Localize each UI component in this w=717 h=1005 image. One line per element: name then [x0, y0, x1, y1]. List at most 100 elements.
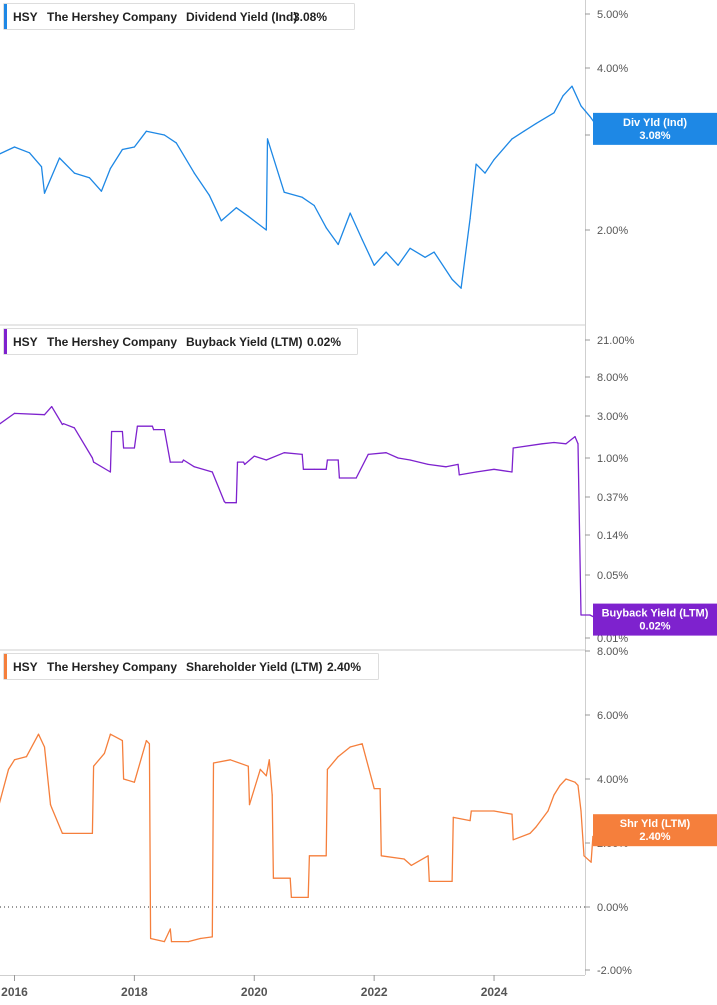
data-point — [361, 239, 363, 241]
y-tick-label: 8.00% — [597, 646, 628, 658]
value-flag-dividend-yield: Div Yld (Ind)3.08% — [593, 112, 717, 145]
data-point — [469, 218, 471, 220]
y-tick-label: 21.00% — [597, 335, 635, 347]
data-point — [397, 264, 399, 266]
x-tick-label: 2018 — [121, 985, 148, 999]
data-point — [43, 746, 46, 748]
value-flag-shareholder-yield: Shr Yld (LTM)2.40% — [593, 814, 717, 847]
data-point — [373, 264, 375, 266]
data-point — [133, 781, 135, 783]
data-point — [63, 423, 65, 425]
data-point — [535, 826, 537, 828]
data-point — [308, 855, 310, 857]
data-point — [265, 229, 267, 231]
data-point — [25, 756, 28, 758]
data-point — [212, 762, 215, 764]
data-point — [428, 880, 430, 883]
data-point — [244, 463, 246, 465]
data-point — [211, 471, 213, 473]
data-point — [109, 733, 111, 735]
data-point — [589, 115, 591, 117]
data-point — [349, 212, 351, 214]
data-point — [265, 459, 267, 461]
legend-buyback-yield: HSY The Hershey Company Buyback Yield (LTM… — [3, 328, 358, 355]
data-point — [574, 781, 576, 783]
data-point — [123, 778, 125, 780]
data-point — [247, 765, 249, 767]
panel-shareholder-yield: 8.00%6.00%4.00%2.00%0.00%-2.00%HSYThe He… — [0, 646, 717, 977]
data-point — [109, 167, 111, 170]
data-point — [325, 468, 327, 470]
value-flag-label: Div Yld (Ind) — [623, 117, 687, 129]
data-point — [475, 471, 477, 473]
chart-panels: 5.00% 4.00% 3.00% 2.00% HSY The Hershey Compa… — [0, 0, 717, 977]
legend-company: The Hershey Company — [47, 660, 177, 674]
value-flag-label: Shr Yld (LTM) — [620, 818, 691, 830]
data-point — [577, 784, 579, 787]
data-point — [349, 746, 351, 748]
legend-last-value: 0.02% — [307, 335, 341, 349]
data-point — [511, 813, 513, 815]
x-tick-label: 2022 — [361, 985, 388, 999]
data-point — [73, 427, 75, 429]
data-point — [229, 759, 231, 761]
data-point — [302, 468, 304, 470]
data-point — [58, 157, 61, 159]
data-point — [93, 765, 95, 767]
data-point — [529, 832, 531, 835]
data-point — [571, 85, 573, 87]
legend-ticker: HSY — [13, 10, 38, 24]
data-point — [553, 441, 555, 444]
data-point — [163, 429, 165, 431]
data-point — [523, 130, 525, 132]
series-line-shareholder-yield — [0, 733, 600, 943]
data-point — [547, 810, 549, 812]
data-point — [175, 142, 177, 144]
legend-company: The Hershey Company — [47, 335, 177, 349]
data-point — [338, 477, 340, 479]
data-point — [409, 459, 411, 461]
data-point — [379, 788, 381, 790]
data-point — [410, 864, 412, 867]
data-point — [457, 463, 459, 465]
legend-company: The Hershey Company — [47, 10, 177, 24]
legend-dividend-yield: HSY The Hershey Company Dividend Yield (In… — [3, 3, 355, 30]
legend-ticker: HSY — [13, 660, 38, 674]
x-tick-label: 2020 — [241, 985, 268, 999]
y-tick-label: 3.00% — [597, 411, 628, 423]
data-point — [553, 794, 555, 796]
data-point — [301, 196, 303, 198]
data-point — [51, 406, 53, 408]
data-point — [512, 447, 514, 449]
data-point — [283, 452, 285, 454]
data-point — [580, 105, 582, 107]
data-point — [512, 839, 514, 841]
legend-metric: Dividend Yield (Ind) — [186, 10, 297, 24]
legend-last-value: 2.40% — [327, 660, 361, 674]
data-point — [283, 191, 285, 193]
data-point — [121, 740, 123, 742]
chart-canvas: 5.00% 4.00% 3.00% 2.00% HSY The Hershey Compa… — [0, 0, 717, 999]
y-tick-label: 0.14% — [597, 530, 628, 542]
data-point — [574, 436, 576, 438]
data-point — [63, 832, 65, 835]
data-point — [313, 204, 315, 207]
data-point — [51, 807, 53, 809]
y-tick-label: -2.00% — [597, 965, 632, 977]
data-point — [583, 855, 585, 857]
data-point — [493, 468, 495, 470]
data-point — [373, 788, 375, 790]
data-point — [133, 146, 135, 148]
value-flag-label: Buyback Yield (LTM) — [602, 608, 709, 620]
data-point — [484, 172, 486, 174]
data-point — [88, 177, 90, 179]
data-point — [111, 430, 113, 433]
data-point — [367, 453, 369, 455]
data-point — [220, 220, 222, 222]
data-point — [511, 138, 513, 140]
data-point — [13, 759, 16, 761]
data-point — [271, 794, 273, 796]
data-point — [109, 471, 111, 473]
legend-color-swatch — [4, 329, 7, 354]
data-point — [541, 443, 543, 445]
